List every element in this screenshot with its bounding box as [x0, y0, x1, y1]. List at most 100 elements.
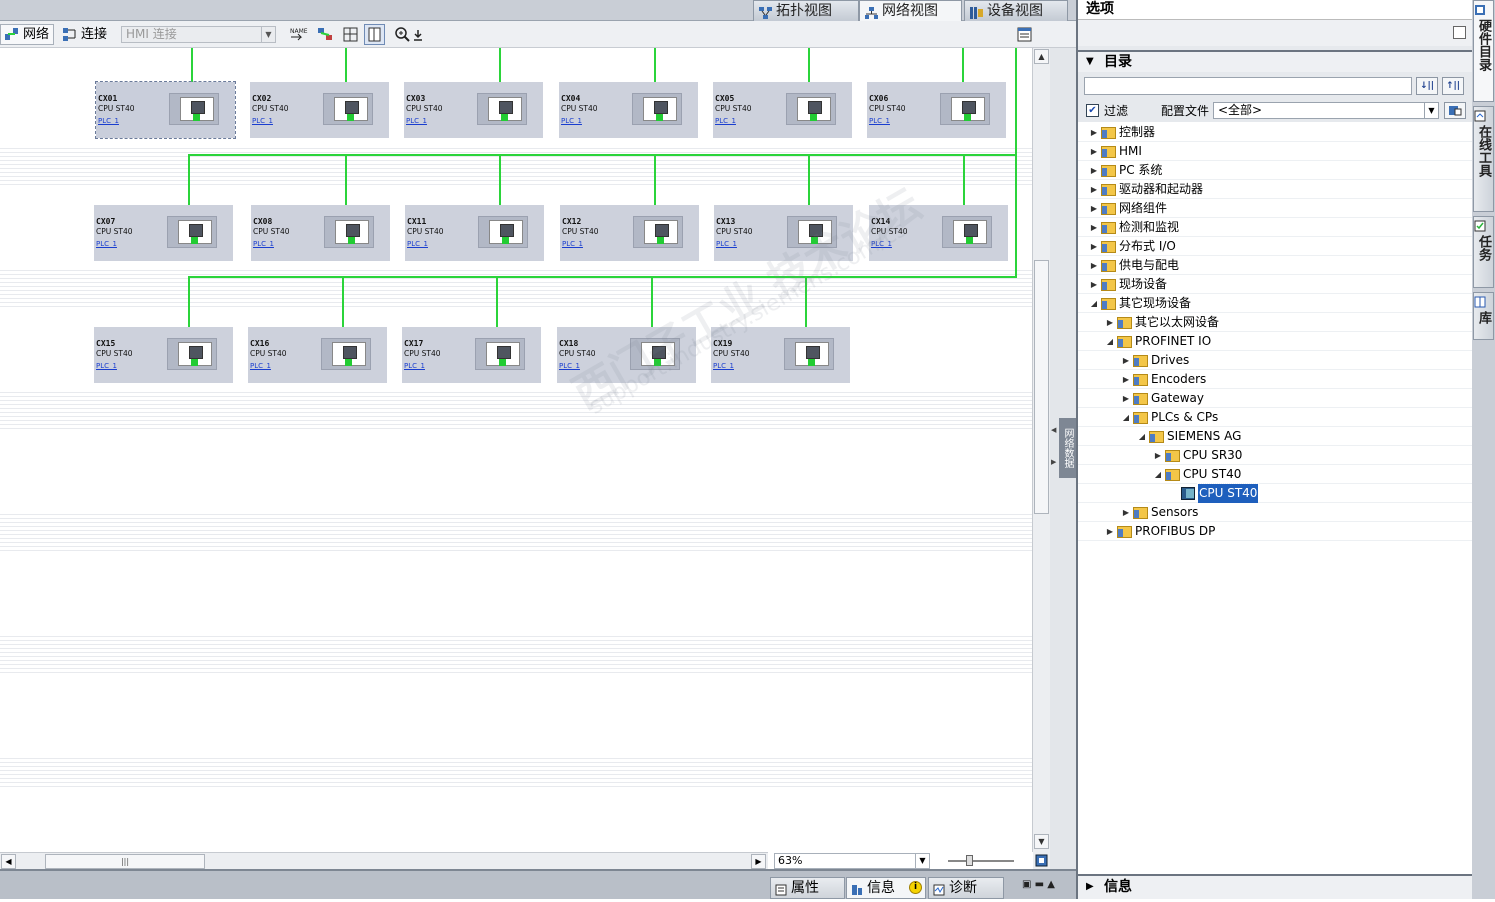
profinet-subnet-line[interactable] — [188, 276, 1017, 278]
profinet-port-icon[interactable] — [657, 237, 664, 244]
chevron-right-icon[interactable]: ▶ — [1120, 351, 1132, 370]
chevron-right-icon[interactable]: ▶ — [1088, 256, 1100, 275]
tree-item[interactable]: ▶ CPU SR30 — [1152, 446, 1452, 465]
zoom-slider[interactable] — [948, 855, 1014, 867]
chevron-down-icon[interactable]: ◢ — [1136, 427, 1148, 446]
device-plc-link[interactable]: PLC_1 — [96, 362, 117, 370]
device-plc-link[interactable]: PLC_1 — [562, 240, 583, 248]
collapse-left-icon[interactable]: ◀ — [1051, 426, 1056, 434]
horizontal-scroll-thumb[interactable]: ||| — [45, 854, 205, 869]
profinet-port-icon[interactable] — [808, 359, 815, 366]
filter-checkbox[interactable]: ✔ — [1086, 104, 1099, 117]
profinet-port-icon[interactable] — [191, 359, 198, 366]
tree-item[interactable]: ▶ Drives — [1120, 351, 1420, 370]
plc-device[interactable]: CX05 CPU ST40 PLC_1 — [713, 82, 852, 138]
tab-info[interactable]: 信息 i — [846, 877, 926, 899]
window-controls-icon[interactable]: ▣ ▬ ▲ — [1022, 879, 1055, 890]
tab-hardware-catalog[interactable]: 硬件目录 — [1473, 0, 1494, 102]
device-plc-link[interactable]: PLC_1 — [713, 362, 734, 370]
profinet-port-icon[interactable] — [810, 114, 817, 121]
tab-online-tools[interactable]: 在线工具 — [1473, 106, 1494, 212]
tree-item[interactable]: ▶ PC 系统 — [1088, 161, 1388, 180]
tree-item[interactable]: ▶ 分布式 I/O — [1088, 237, 1388, 256]
profinet-port-icon[interactable] — [656, 114, 663, 121]
expand-right-icon[interactable]: ▶ — [1051, 458, 1056, 466]
chevron-right-icon[interactable]: ▶ — [1088, 275, 1100, 294]
catalog-section-header[interactable]: ▼ 目录 — [1078, 50, 1472, 72]
overview-navigation-button[interactable] — [1033, 852, 1050, 869]
profinet-port-icon[interactable] — [347, 114, 354, 121]
tree-item[interactable]: ▶ 驱动器和起动器 — [1088, 180, 1388, 199]
device-plc-link[interactable]: PLC_1 — [98, 117, 119, 125]
splitter[interactable]: ◀ ▶ — [1050, 48, 1059, 871]
tree-item[interactable]: ▶ 其它以太网设备 — [1104, 313, 1404, 332]
grid-view-icon[interactable] — [340, 24, 361, 45]
plc-device[interactable]: CX03 CPU ST40 PLC_1 — [404, 82, 543, 138]
chevron-right-icon[interactable]: ▶ — [1088, 161, 1100, 180]
tree-item[interactable]: ▶ 现场设备 — [1088, 275, 1388, 294]
plc-device[interactable]: CX02 CPU ST40 PLC_1 — [250, 82, 389, 138]
horizontal-scrollbar[interactable]: ◀ ||| ▶ — [0, 852, 768, 869]
tree-item[interactable]: ◢ PLCs & CPs — [1120, 408, 1420, 427]
chevron-right-icon[interactable]: ▶ — [1120, 370, 1132, 389]
tab-device-view[interactable]: 设备视图 — [964, 0, 1068, 21]
tab-diagnostics[interactable]: 诊断 — [928, 877, 1004, 899]
scroll-left-icon[interactable]: ◀ — [1, 854, 16, 869]
chevron-right-icon[interactable]: ▶ — [1120, 389, 1132, 408]
tree-item[interactable]: ▶ Sensors — [1120, 503, 1420, 522]
chevron-right-icon[interactable]: ▶ — [1104, 522, 1116, 541]
plc-device[interactable]: CX16 CPU ST40 PLC_1 — [248, 327, 387, 383]
profinet-port-icon[interactable] — [193, 114, 200, 121]
profinet-port-icon[interactable] — [348, 237, 355, 244]
vertical-scrollbar[interactable]: ▲ ▼ — [1032, 48, 1050, 852]
device-plc-link[interactable]: PLC_1 — [561, 117, 582, 125]
plc-device[interactable]: CX11 CPU ST40 PLC_1 — [405, 205, 544, 261]
hmi-connection-select[interactable]: HMI 连接 ▼ — [121, 26, 276, 43]
zoom-slider-knob[interactable] — [966, 855, 973, 866]
device-plc-link[interactable]: PLC_1 — [716, 240, 737, 248]
info-section-header[interactable]: ▶ 信息 — [1078, 874, 1472, 899]
search-down-icon[interactable]: ↓|| — [1416, 77, 1438, 95]
chevron-right-icon[interactable]: ▶ — [1104, 313, 1116, 332]
profinet-port-icon[interactable] — [191, 237, 198, 244]
plc-device[interactable]: CX08 CPU ST40 PLC_1 — [251, 205, 390, 261]
plc-device[interactable]: CX17 CPU ST40 PLC_1 — [402, 327, 541, 383]
device-plc-link[interactable]: PLC_1 — [715, 117, 736, 125]
chevron-right-icon[interactable]: ▶ — [1088, 199, 1100, 218]
profinet-port-icon[interactable] — [501, 114, 508, 121]
tree-item[interactable]: ◢ SIEMENS AG — [1136, 427, 1436, 446]
tab-network-view[interactable]: 网络视图 — [859, 0, 962, 21]
chevron-right-icon[interactable]: ▶ — [1088, 180, 1100, 199]
panel-layout-icon[interactable] — [1453, 26, 1466, 39]
device-plc-link[interactable]: PLC_1 — [406, 117, 427, 125]
chevron-right-icon[interactable]: ▶ — [1088, 142, 1100, 161]
tree-item[interactable]: ◢ PROFINET IO — [1104, 332, 1404, 351]
tab-properties[interactable]: 属性 — [770, 877, 845, 899]
profinet-port-icon[interactable] — [966, 237, 973, 244]
table-toggle-icon[interactable] — [364, 24, 385, 45]
tree-item[interactable]: ▶ 网络组件 — [1088, 199, 1388, 218]
show-address-icon[interactable]: NAME — [287, 24, 308, 45]
network-canvas[interactable]: CX01 CPU ST40 PLC_1 CX02 CPU ST40 PLC_1 CX03 CP… — [0, 48, 1032, 852]
scroll-right-icon[interactable]: ▶ — [751, 854, 766, 869]
chevron-down-icon[interactable]: ◢ — [1152, 465, 1164, 484]
plc-device[interactable]: CX04 CPU ST40 PLC_1 — [559, 82, 698, 138]
chevron-right-icon[interactable]: ▶ — [1088, 237, 1100, 256]
plc-device[interactable]: CX12 CPU ST40 PLC_1 — [560, 205, 699, 261]
zoom-select[interactable]: 63% ▼ — [774, 853, 930, 869]
device-plc-link[interactable]: PLC_1 — [869, 117, 890, 125]
chevron-down-icon[interactable]: ◢ — [1104, 332, 1116, 351]
chevron-right-icon[interactable]: ▶ — [1088, 123, 1100, 142]
search-up-icon[interactable]: ↑|| — [1442, 77, 1464, 95]
chevron-down-icon[interactable]: ◢ — [1088, 294, 1100, 313]
tree-item[interactable]: ▶ PROFIBUS DP — [1104, 522, 1404, 541]
device-plc-link[interactable]: PLC_1 — [253, 240, 274, 248]
profinet-port-icon[interactable] — [499, 359, 506, 366]
device-plc-link[interactable]: PLC_1 — [404, 362, 425, 370]
highlight-network-icon[interactable] — [315, 24, 336, 45]
device-plc-link[interactable]: PLC_1 — [250, 362, 271, 370]
device-plc-link[interactable]: PLC_1 — [96, 240, 117, 248]
tree-item[interactable]: ▶ Encoders — [1120, 370, 1420, 389]
scroll-down-icon[interactable]: ▼ — [1034, 834, 1049, 849]
profinet-subnet-line[interactable] — [1015, 48, 1017, 278]
